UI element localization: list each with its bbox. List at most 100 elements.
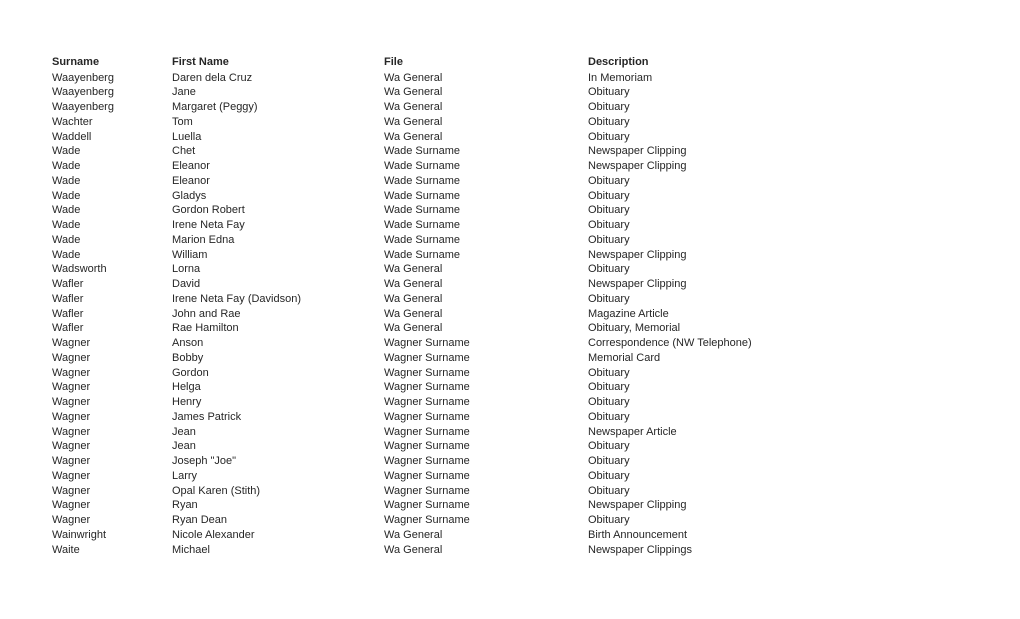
cell-description: Obituary, Memorial [588,322,681,335]
cell-first_name: Nicole Alexander [172,528,255,541]
table-header-row: Surname First Name File Description [52,55,792,71]
table-row: Wagner Henry Wagner Surname Obituary [52,395,792,410]
cell-surname: Wafler [52,278,84,290]
cell-file: Wa General [384,322,443,335]
cell-description: Obituary [588,514,630,526]
cell-first_name: Henry [172,396,202,408]
cell-description: Obituary [588,469,630,482]
table-row: Wachter Tom Wa General Obituary [52,115,792,130]
cell-surname: Wafler [52,307,84,320]
table-row: Waddell Luella Wa General Obituary [52,130,792,145]
cell-surname: Wade [52,189,81,202]
cell-description: Newspaper Clipping [588,278,687,290]
cell-file: Wa General [384,101,443,113]
table-row: Wagner Jean Wagner Surname Newspaper Articl… [52,425,792,440]
cell-first_name: Jane [172,86,196,99]
table-row: Wagner Ryan Wagner Surname Newspaper Clippi… [52,498,792,513]
cell-file: Wade Surname [384,160,461,172]
table-row: Wade Gladys Wade Surname Obituary [52,189,792,204]
cell-surname: Wainwright [52,528,106,541]
table-row: Waayenberg Margaret (Peggy) Wa General Obit… [52,100,792,115]
cell-surname: Wagner [52,381,91,394]
cell-file: Wa General [384,71,443,84]
cell-file: Wagner Surname [384,381,470,394]
table-row: Wafler David Wa General Newspaper Clipping [52,277,792,292]
table-row: Wagner Gordon Wagner Surname Obituary [52,366,792,381]
table-row: Wagner Larry Wagner Surname Obituary [52,469,792,484]
cell-surname: Wagner [52,469,91,482]
cell-file: Wagner Surname [384,499,470,512]
cell-first_name: Opal Karen (Stith) [172,484,261,497]
document-page: Surname First Name File Description Waay… [0,0,1020,619]
cell-description: Obituary [588,101,630,113]
cell-first_name: Luella [172,130,202,143]
cell-first_name: Gordon [172,366,209,379]
cell-file: Wagner Surname [384,514,470,526]
table-row: Wafler Rae Hamilton Wa General Obituary, Me… [52,321,792,336]
cell-file: Wagner Surname [384,469,470,482]
cell-first_name: Anson [172,337,204,349]
cell-surname: Wagner [52,455,91,467]
cell-description: Newspaper Clippings [588,543,692,556]
cell-first_name: Jean [172,440,196,453]
table-row: Waayenberg Jane Wa General Obituary [52,85,792,100]
cell-description: Obituary [588,292,630,305]
cell-description: Obituary [588,219,630,231]
cell-first_name: Daren dela Cruz [172,71,253,84]
cell-description: Newspaper Clipping [588,499,687,512]
cell-first_name: Lorna [172,263,201,276]
cell-surname: Wade [52,233,81,246]
cell-surname: Wagner [52,351,91,364]
table-row: Wade Marion Edna Wade Surname Obituary [52,233,792,248]
cell-surname: Wade [52,248,81,261]
cell-description: Birth Announcement [588,528,688,541]
cell-file: Wade Surname [384,204,461,217]
cell-file: Wa General [384,528,443,541]
cell-first_name: Margaret (Peggy) [172,101,258,113]
cell-file: Wa General [384,292,443,305]
cell-description: Obituary [588,115,630,128]
cell-first_name: Gordon Robert [172,204,245,217]
cell-description: Obituary [588,455,630,467]
cell-surname: Wagner [52,499,91,512]
column-header-first-name: First Name [172,56,229,68]
cell-file: Wade Surname [384,219,461,231]
table-row: Wade Gordon Robert Wade Surname Obituary [52,203,792,218]
cell-description: Obituary [588,189,630,202]
table-header: Surname First Name File Description [52,55,792,71]
cell-first_name: Ryan [172,499,198,512]
cell-first_name: Eleanor [172,160,210,172]
table-row: Wade Eleanor Wade Surname Obituary [52,174,792,189]
table-row: Wade William Wade Surname Newspaper Clippin… [52,248,792,263]
cell-first_name: Michael [172,543,210,556]
cell-file: Wa General [384,543,443,556]
column-header-description: Description [588,56,649,68]
cell-first_name: Jean [172,425,196,438]
cell-first_name: Joseph "Joe" [172,455,237,467]
table-row: Wagner Ryan Dean Wagner Surname Obituary [52,513,792,528]
cell-first_name: Ryan Dean [172,514,228,526]
cell-description: Obituary [588,366,630,379]
cell-surname: Waayenberg [52,71,114,84]
cell-surname: Wachter [52,115,93,128]
cell-surname: Wagner [52,484,91,497]
cell-file: Wagner Surname [384,337,470,349]
table-row: Wagner Jean Wagner Surname Obituary [52,439,792,454]
cell-surname: Wagner [52,514,91,526]
table-row: Waayenberg Daren dela Cruz Wa General In Me… [52,71,792,86]
cell-description: Obituary [588,484,630,497]
cell-surname: Wafler [52,322,84,335]
cell-first_name: Eleanor [172,174,210,187]
cell-first_name: Marion Edna [172,233,235,246]
cell-description: Newspaper Clipping [588,248,687,261]
cell-first_name: Irene Neta Fay [172,219,245,231]
cell-description: Obituary [588,440,630,453]
table-row: Wagner Opal Karen (Stith) Wagner Surname Ob… [52,484,792,499]
cell-surname: Wade [52,174,81,187]
cell-surname: Wagner [52,366,91,379]
cell-file: Wagner Surname [384,366,470,379]
cell-file: Wagner Surname [384,410,470,423]
cell-description: Obituary [588,381,630,394]
cell-surname: Waddell [52,130,92,143]
cell-first_name: William [172,248,208,261]
